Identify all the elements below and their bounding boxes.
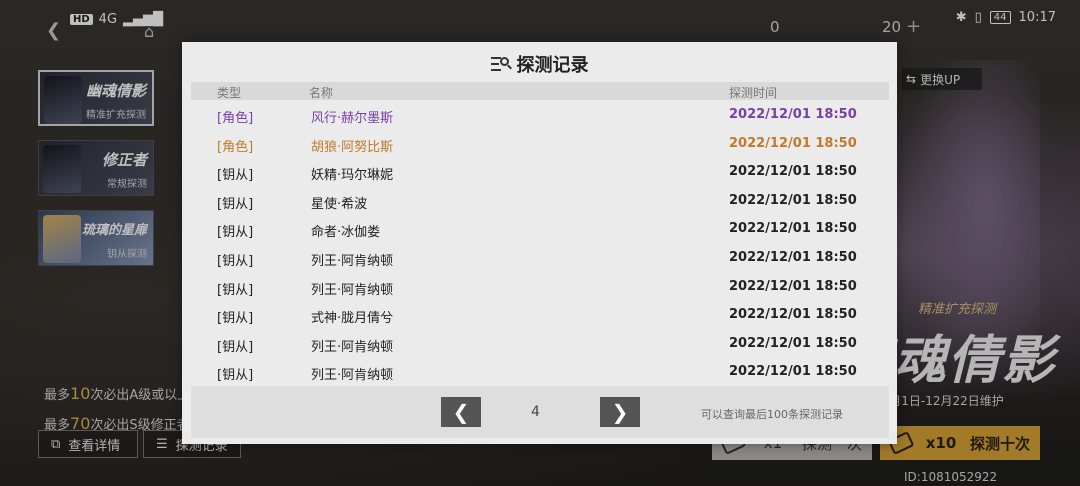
row-type: [钥从] <box>217 225 254 241</box>
row-time: 2022/12/01 18:50 <box>729 364 857 380</box>
row-name: 星使·希波 <box>311 196 368 212</box>
current-page: 4 <box>531 404 540 420</box>
table-row: [钥从] 列王·阿肯纳顿 2022/12/01 18:50 <box>191 357 889 386</box>
table-row: [角色] 风行·赫尔墨斯 2022/12/01 18:50 <box>191 100 889 129</box>
row-time: 2022/12/01 18:50 <box>729 307 857 323</box>
row-time: 2022/12/01 18:50 <box>729 221 857 237</box>
header-type: 类型 <box>217 86 242 100</box>
row-name: 列王·阿肯纳顿 <box>311 339 394 355</box>
detection-record-dialog: 探测记录 类型 名称 探测时间 [角色] 风行·赫尔墨斯 2022/12/01 18… <box>182 42 897 444</box>
header-name: 名称 <box>309 86 334 100</box>
row-type: [钥从] <box>217 311 254 327</box>
row-name: 式神·胧月倩兮 <box>311 311 394 327</box>
row-type: [钥从] <box>217 368 254 384</box>
row-type: [角色] <box>217 139 254 155</box>
row-time: 2022/12/01 18:50 <box>729 164 857 180</box>
dialog-header: 探测记录 <box>182 50 897 78</box>
table-row: [钥从] 列王·阿肯纳顿 2022/12/01 18:50 <box>191 329 889 358</box>
row-name: 胡狼·阿努比斯 <box>311 139 394 155</box>
prev-page-button[interactable]: ❮ <box>441 397 481 427</box>
record-limit-note: 可以查询最后100条探测记录 <box>701 408 843 421</box>
row-name: 列王·阿肯纳顿 <box>311 282 394 298</box>
table-row: [钥从] 命者·冰伽娄 2022/12/01 18:50 <box>191 214 889 243</box>
row-name: 风行·赫尔墨斯 <box>311 111 394 126</box>
row-time: 2022/12/01 18:50 <box>729 135 857 151</box>
table-row: [角色] 胡狼·阿努比斯 2022/12/01 18:50 <box>191 129 889 158</box>
row-name: 妖精·玛尔琳妮 <box>311 168 394 184</box>
table-row: [钥从] 式神·胧月倩兮 2022/12/01 18:50 <box>191 300 889 329</box>
row-time: 2022/12/01 18:50 <box>729 192 857 208</box>
next-page-button[interactable]: ❯ <box>600 397 640 427</box>
table-header: 类型 名称 探测时间 <box>191 82 889 100</box>
row-name: 命者·冰伽娄 <box>311 225 381 241</box>
row-type: [钥从] <box>217 253 254 269</box>
row-time: 2022/12/01 18:50 <box>729 278 857 294</box>
row-time: 2022/12/01 18:50 <box>729 335 857 351</box>
row-type: [钥从] <box>217 282 254 298</box>
row-name: 列王·阿肯纳顿 <box>311 253 394 269</box>
row-type: [角色] <box>217 111 254 126</box>
table-row: [钥从] 列王·阿肯纳顿 2022/12/01 18:50 <box>191 243 889 272</box>
row-time: 2022/12/01 18:50 <box>729 249 857 265</box>
row-time: 2022/12/01 18:50 <box>729 107 857 122</box>
row-name: 列王·阿肯纳顿 <box>311 368 394 384</box>
pagination: ❮ 4 ❯ 可以查询最后100条探测记录 <box>191 386 889 438</box>
table-row: [钥从] 妖精·玛尔琳妮 2022/12/01 18:50 <box>191 157 889 186</box>
record-table: [角色] 风行·赫尔墨斯 2022/12/01 18:50 [角色] 胡狼·阿努比斯 20… <box>191 100 889 386</box>
dialog-title: 探测记录 <box>516 55 589 76</box>
row-type: [钥从] <box>217 339 254 355</box>
row-type: [钥从] <box>217 196 254 212</box>
table-row: [钥从] 星使·希波 2022/12/01 18:50 <box>191 186 889 215</box>
table-row: [钥从] 列王·阿肯纳顿 2022/12/01 18:50 <box>191 272 889 301</box>
search-list-icon <box>490 56 512 72</box>
header-time: 探测时间 <box>729 86 778 100</box>
row-type: [钥从] <box>217 168 254 184</box>
